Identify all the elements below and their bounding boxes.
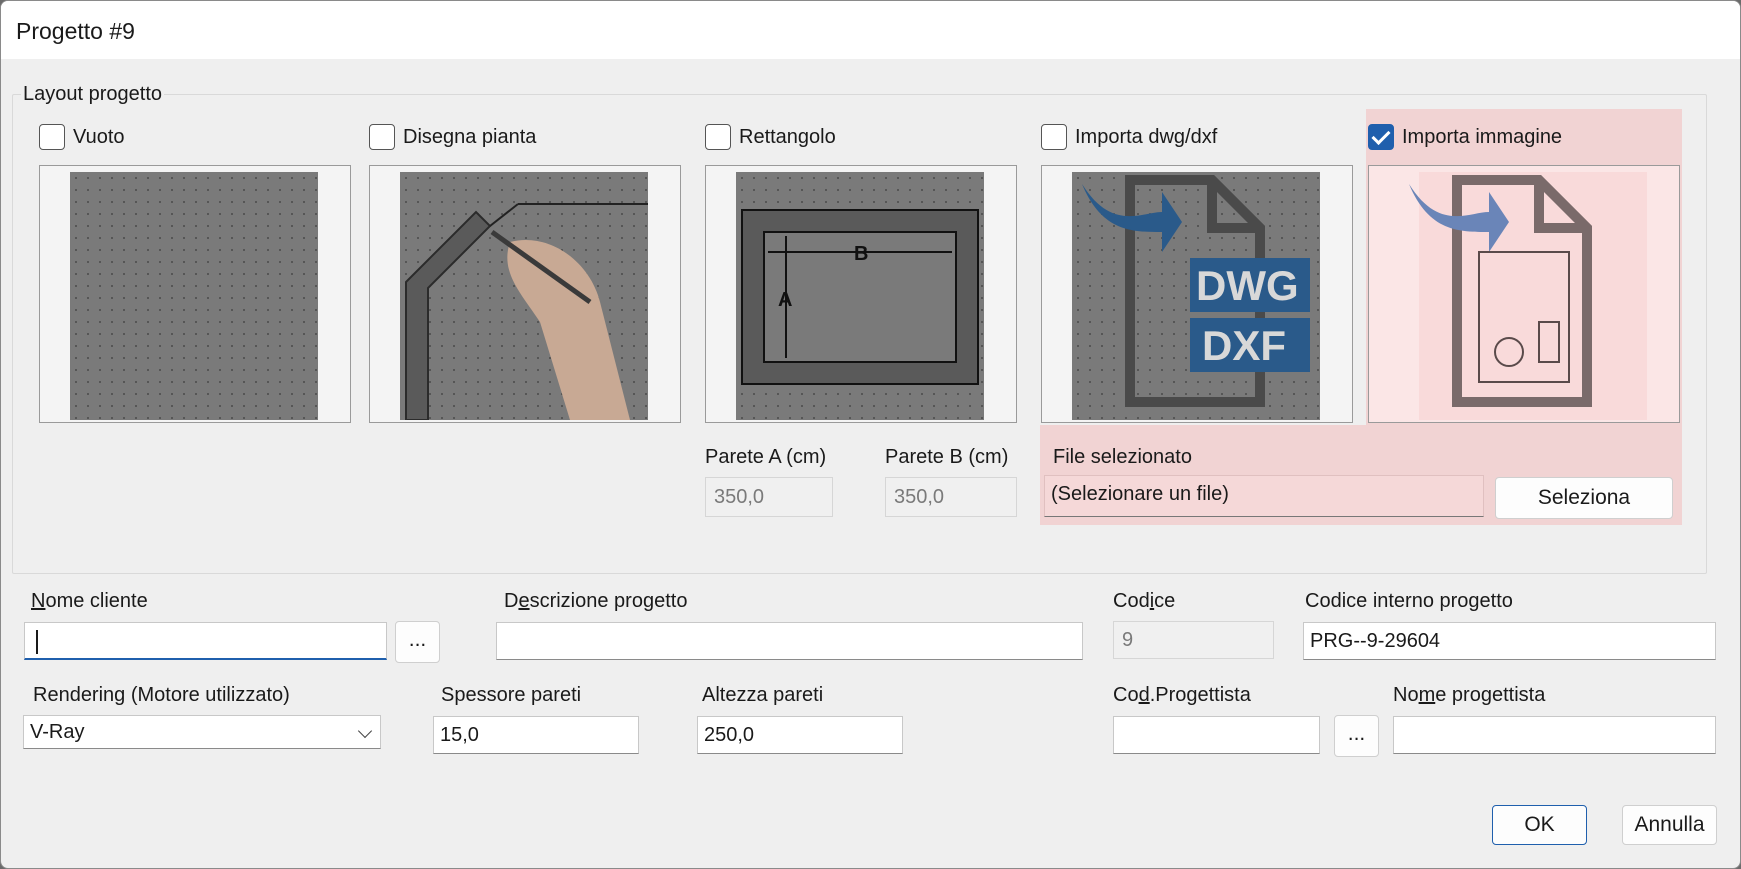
rectangle-room-icon: B A: [736, 172, 984, 420]
empty-grid-icon: [70, 172, 318, 420]
rettangolo-label: Rettangolo: [739, 125, 836, 148]
wall-b-label: Parete B (cm): [885, 446, 1009, 468]
rendering-select-value: V-Ray: [30, 721, 85, 743]
browse-progettista-button[interactable]: ...: [1334, 715, 1379, 757]
altezza-input[interactable]: 250,0: [697, 716, 903, 754]
codice-interno-label: Codice interno progetto: [1305, 590, 1513, 612]
option-disegna-pianta[interactable]: Disegna pianta: [369, 124, 536, 150]
dim-a-label: A: [778, 289, 792, 311]
dim-b-label: B: [854, 243, 868, 265]
dwg-text: DWG: [1196, 262, 1299, 309]
nome-progettista-label: Nome progettista: [1393, 684, 1546, 706]
cod-progettista-label: Cod.Progettista: [1113, 684, 1251, 706]
option-importa-dwg[interactable]: Importa dwg/dxf: [1041, 124, 1217, 150]
rendering-label: Rendering (Motore utilizzato): [33, 684, 290, 706]
nome-cliente-label: Nome cliente: [31, 590, 148, 612]
descrizione-input[interactable]: [496, 622, 1083, 660]
altezza-label: Altezza pareti: [702, 684, 824, 706]
vuoto-checkbox[interactable]: [39, 124, 65, 150]
importa-dwg-label: Importa dwg/dxf: [1075, 125, 1218, 148]
file-selected-label: File selezionato: [1053, 446, 1192, 468]
descrizione-label: Descrizione progetto: [504, 590, 688, 612]
preview-disegna-pianta[interactable]: [369, 165, 681, 423]
preview-rettangolo[interactable]: B A: [705, 165, 1017, 423]
browse-cliente-button[interactable]: ...: [395, 621, 440, 663]
wall-a-label: Parete A (cm): [705, 446, 827, 468]
wall-b-field[interactable]: 350,0: [885, 477, 1017, 517]
rettangolo-checkbox[interactable]: [705, 124, 731, 150]
codice-interno-input[interactable]: PRG--9-29604: [1303, 622, 1716, 660]
file-path-field[interactable]: (Selezionare un file): [1044, 475, 1484, 517]
preview-importa-immagine[interactable]: [1368, 165, 1680, 423]
nome-progettista-input[interactable]: [1393, 716, 1716, 754]
preview-vuoto[interactable]: [39, 165, 351, 423]
ok-button[interactable]: OK: [1492, 805, 1587, 845]
title-bar[interactable]: Progetto #9: [1, 1, 1740, 59]
importa-immagine-checkbox[interactable]: [1368, 124, 1394, 150]
importa-dwg-checkbox[interactable]: [1041, 124, 1067, 150]
annulla-button[interactable]: Annulla: [1622, 805, 1717, 845]
option-importa-immagine[interactable]: Importa immagine: [1368, 124, 1562, 150]
dwg-dxf-file-icon: DWG DXF: [1072, 172, 1320, 420]
project-dialog: Progetto #9 Layout progetto Vuoto Disegn…: [0, 0, 1741, 869]
dialog-title: Progetto #9: [16, 18, 135, 44]
option-vuoto[interactable]: Vuoto: [39, 124, 125, 150]
disegna-pianta-checkbox[interactable]: [369, 124, 395, 150]
disegna-pianta-label: Disegna pianta: [403, 125, 537, 148]
importa-immagine-label: Importa immagine: [1402, 125, 1563, 148]
rendering-select[interactable]: V-Ray: [23, 715, 381, 749]
codice-label: Codice: [1113, 590, 1176, 612]
spessore-input[interactable]: 15,0: [433, 716, 639, 754]
hand-drawing-icon: [400, 172, 648, 420]
layout-group-title: Layout progetto: [21, 83, 164, 106]
option-rettangolo[interactable]: Rettangolo: [705, 124, 836, 150]
nome-cliente-input[interactable]: [24, 622, 387, 660]
cod-progettista-input[interactable]: [1113, 716, 1320, 754]
dxf-text: DXF: [1202, 322, 1286, 369]
vuoto-label: Vuoto: [73, 125, 125, 148]
chevron-down-icon: [357, 723, 373, 739]
image-import-icon: [1409, 172, 1647, 420]
codice-field[interactable]: 9: [1113, 621, 1274, 659]
spessore-label: Spessore pareti: [441, 684, 582, 706]
preview-importa-dwg[interactable]: DWG DXF: [1041, 165, 1353, 423]
wall-a-field[interactable]: 350,0: [705, 477, 833, 517]
seleziona-button[interactable]: Seleziona: [1495, 477, 1673, 519]
